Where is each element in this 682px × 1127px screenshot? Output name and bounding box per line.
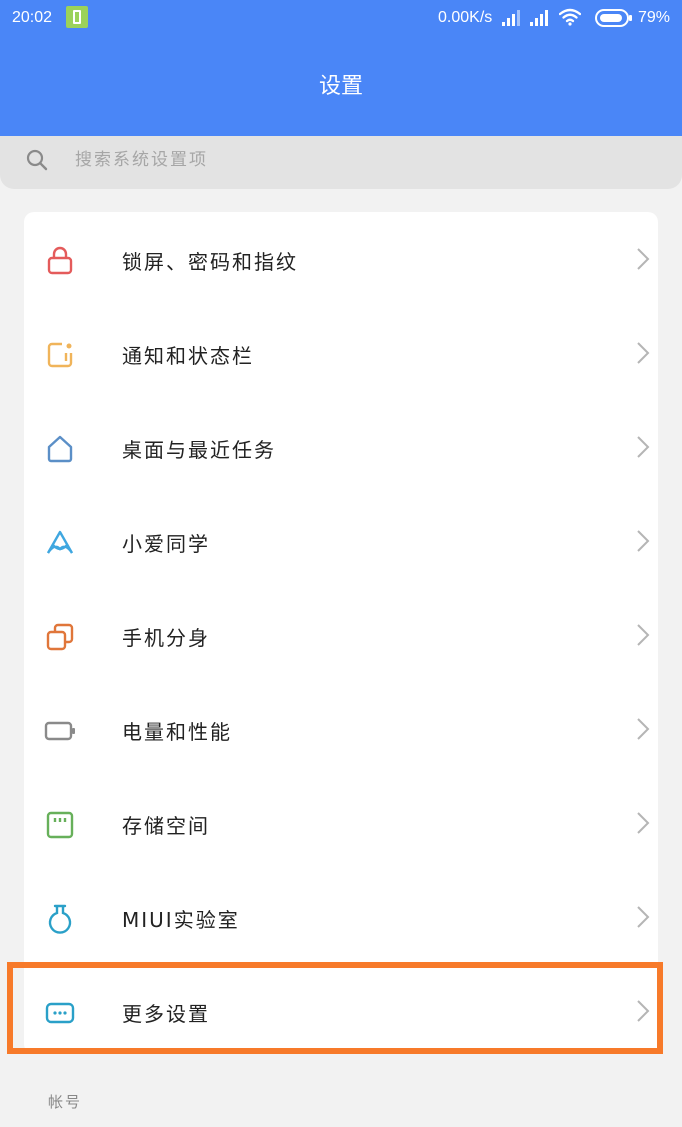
chevron-right-icon	[637, 624, 650, 646]
battery-icon	[44, 721, 75, 741]
signal-icon	[530, 10, 550, 26]
settings-list: 锁屏、密码和指纹 通知和状态栏 桌面与最近任务 小爱同学 手机分身 电量和性能 …	[24, 212, 658, 1054]
chevron-right-icon	[637, 906, 650, 928]
settings-item-label: 通知和状态栏	[122, 344, 254, 368]
chevron-right-icon	[637, 718, 650, 740]
settings-item-label: 电量和性能	[122, 720, 232, 744]
network-speed: 0.00K/s	[438, 9, 493, 26]
chevron-right-icon	[637, 342, 650, 364]
chevron-right-icon	[637, 436, 650, 458]
settings-item-storage[interactable]: 存储空间	[24, 776, 658, 870]
battery-percent: 79%	[638, 9, 671, 26]
highlight-box	[7, 962, 663, 1054]
storage-icon	[46, 811, 74, 839]
chevron-right-icon	[637, 812, 650, 834]
wifi-icon	[559, 8, 581, 26]
status-time: 20:02	[12, 9, 53, 26]
settings-item-label: 锁屏、密码和指纹	[122, 250, 298, 274]
settings-item-xiaoai[interactable]: 小爱同学	[24, 494, 658, 588]
lab-flask-icon	[48, 904, 72, 934]
section-header-account: 帐号	[48, 1093, 83, 1111]
chevron-right-icon	[637, 248, 650, 270]
search-input[interactable]	[75, 150, 475, 170]
chevron-right-icon	[637, 530, 650, 552]
search-bar[interactable]	[0, 136, 682, 189]
battery-charging-icon	[66, 6, 88, 28]
notification-icon	[47, 342, 73, 368]
settings-item-label: 存储空间	[122, 814, 210, 838]
settings-item-lockscreen[interactable]: 锁屏、密码和指纹	[24, 212, 658, 306]
settings-item-dual-apps[interactable]: 手机分身	[24, 588, 658, 682]
signal-icon	[502, 10, 522, 26]
dual-phone-icon	[46, 623, 74, 651]
settings-item-home-screen[interactable]: 桌面与最近任务	[24, 400, 658, 494]
settings-item-notifications[interactable]: 通知和状态栏	[24, 306, 658, 400]
page-title: 设置	[318, 74, 363, 99]
settings-item-label: MIUI实验室	[122, 908, 240, 932]
search-icon	[26, 149, 48, 171]
home-icon	[47, 435, 73, 463]
settings-item-label: 桌面与最近任务	[122, 438, 276, 462]
status-bar: 20:02 0.00K/s 79%	[0, 0, 682, 38]
lock-icon	[47, 246, 73, 275]
settings-item-label: 手机分身	[122, 626, 210, 650]
xiaoai-icon	[46, 530, 74, 554]
settings-item-label: 小爱同学	[122, 532, 210, 556]
settings-item-miui-lab[interactable]: MIUI实验室	[24, 870, 658, 964]
app-bar: 设置	[0, 38, 682, 136]
settings-item-battery[interactable]: 电量和性能	[24, 682, 658, 776]
battery-icon	[595, 9, 632, 27]
